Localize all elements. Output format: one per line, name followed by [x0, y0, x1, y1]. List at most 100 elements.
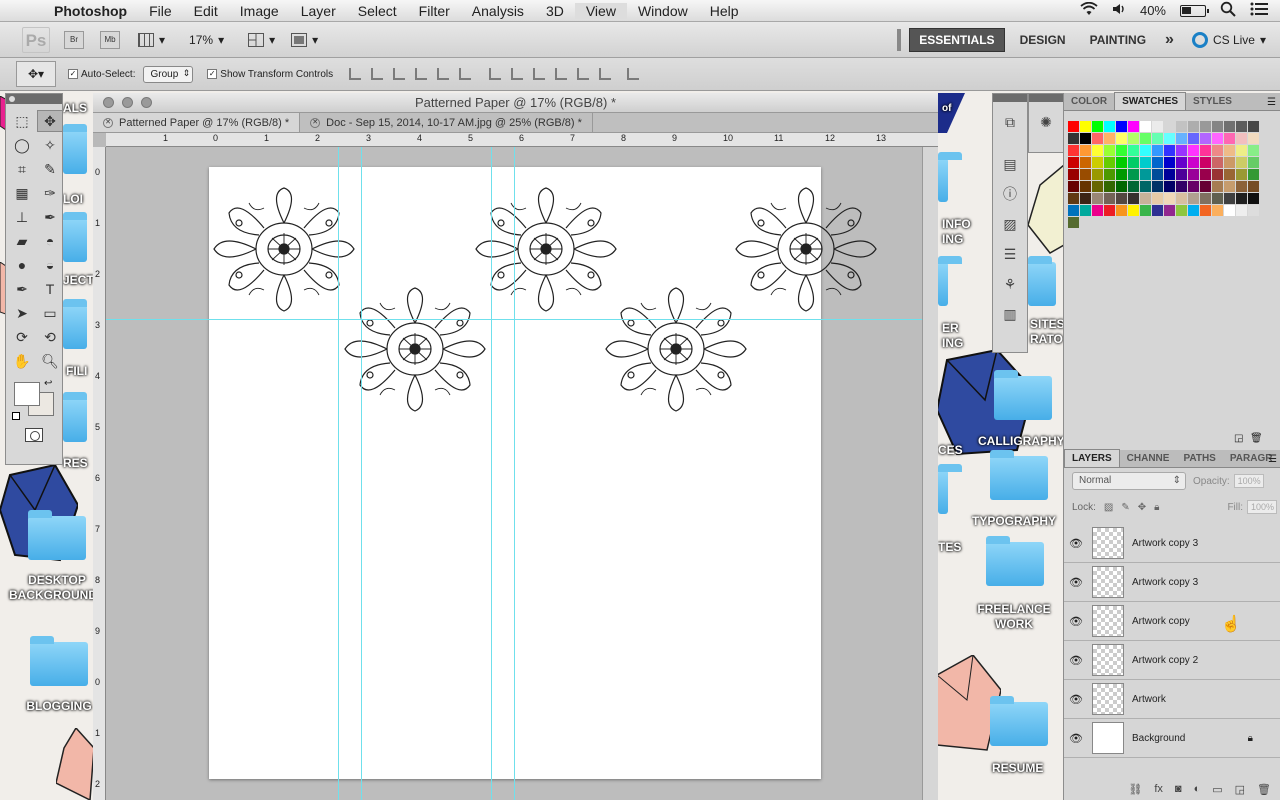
color-swatch[interactable] — [1188, 193, 1199, 204]
show-transform-controls-checkbox[interactable]: ✓ Show Transform Controls — [207, 69, 333, 80]
distribute-vertical-center-icon[interactable] — [511, 68, 524, 80]
tab-styles[interactable]: STYLES — [1186, 93, 1239, 110]
color-swatch[interactable] — [1140, 121, 1151, 132]
color-swatch[interactable] — [1224, 193, 1235, 204]
color-swatch[interactable] — [1104, 181, 1115, 192]
delete-layer-icon[interactable]: 🗑︎ — [1257, 783, 1271, 796]
lock-all-icon[interactable]: 🔒︎ — [1154, 502, 1159, 513]
fill-input[interactable]: 100% — [1247, 500, 1277, 514]
desktop-folder-icon[interactable] — [63, 124, 87, 174]
color-swatch[interactable] — [1176, 193, 1187, 204]
color-swatch[interactable] — [1104, 193, 1115, 204]
color-swatch[interactable] — [1212, 205, 1223, 216]
color-swatch[interactable] — [1104, 121, 1115, 132]
color-swatch[interactable] — [1164, 205, 1175, 216]
layer-style-icon[interactable]: fx — [1154, 783, 1163, 795]
color-swatch[interactable] — [1236, 133, 1247, 144]
color-swatch[interactable] — [1080, 121, 1091, 132]
color-swatch[interactable] — [1188, 205, 1199, 216]
vertical-ruler[interactable]: 0 1 2 3 4 5 6 7 8 9 0 1 2 — [93, 147, 106, 800]
color-swatch[interactable] — [1152, 157, 1163, 168]
color-swatch[interactable] — [1140, 169, 1151, 180]
3d-orbit-tool-icon[interactable]: ⟲ — [37, 326, 63, 348]
lock-transparent-icon[interactable]: ▨ — [1104, 502, 1113, 513]
color-swatch[interactable] — [1248, 133, 1259, 144]
eye-icon[interactable]: 👁︎ — [1064, 654, 1088, 667]
color-swatch[interactable] — [1092, 193, 1103, 204]
menu-help[interactable]: Help — [699, 3, 750, 19]
color-swatch[interactable] — [1116, 193, 1127, 204]
color-swatch[interactable] — [1200, 205, 1211, 216]
color-swatch[interactable] — [1140, 145, 1151, 156]
color-swatch[interactable] — [1212, 181, 1223, 192]
color-swatch[interactable] — [1188, 145, 1199, 156]
menu-edit[interactable]: Edit — [183, 3, 229, 19]
link-layers-icon[interactable]: ⛓ — [1128, 783, 1142, 796]
color-swatch[interactable] — [1092, 205, 1103, 216]
color-swatch[interactable] — [1200, 133, 1211, 144]
layer-row[interactable]: 👁︎ Artwork copy 3 — [1064, 524, 1280, 563]
move-tool-icon[interactable]: ✥ — [37, 110, 63, 132]
menu-view[interactable]: View — [574, 2, 627, 19]
blur-tool-icon[interactable]: ● — [9, 254, 35, 276]
color-swatch[interactable] — [1128, 157, 1139, 168]
lock-image-icon[interactable]: ✎ — [1121, 502, 1129, 513]
tab-swatches[interactable]: SWATCHES — [1114, 92, 1187, 110]
color-swatch[interactable] — [1092, 133, 1103, 144]
distribute-top-icon[interactable] — [489, 68, 502, 80]
color-swatch[interactable] — [1068, 217, 1079, 228]
medallion-artwork[interactable] — [340, 283, 490, 415]
color-swatch[interactable] — [1152, 133, 1163, 144]
color-swatch[interactable] — [1152, 145, 1163, 156]
dodge-tool-icon[interactable]: ◒ — [37, 254, 63, 276]
color-swatch[interactable] — [1188, 169, 1199, 180]
tab-patterned-paper[interactable]: ✕ Patterned Paper @ 17% (RGB/8) * — [93, 113, 301, 132]
layer-row[interactable]: 👁︎ Artwork copy 3 — [1064, 563, 1280, 602]
tab-layers[interactable]: LAYERS — [1064, 449, 1120, 467]
adjustment-layer-icon[interactable]: ◐ — [1194, 783, 1201, 795]
color-swatch[interactable] — [1080, 145, 1091, 156]
add-mask-icon[interactable]: ◙ — [1175, 783, 1182, 795]
color-swatch[interactable] — [1104, 145, 1115, 156]
color-swatch[interactable] — [1104, 157, 1115, 168]
calligraphy-folder[interactable] — [994, 370, 1052, 420]
auto-align-layers-icon[interactable] — [627, 68, 640, 80]
arrange-documents-dropdown[interactable]: ▾ — [248, 32, 275, 47]
color-swatch[interactable] — [1164, 169, 1175, 180]
navigator-panel-icon[interactable]: ▨ — [999, 214, 1021, 234]
color-swatch[interactable] — [1188, 157, 1199, 168]
workspace-painting[interactable]: PAINTING — [1081, 29, 1155, 51]
color-swatch[interactable] — [1212, 169, 1223, 180]
color-swatch[interactable] — [1200, 145, 1211, 156]
color-swatch[interactable] — [1104, 205, 1115, 216]
menu-select[interactable]: Select — [347, 3, 408, 19]
distribute-bottom-icon[interactable] — [533, 68, 546, 80]
distribute-left-icon[interactable] — [555, 68, 568, 80]
spot-healing-tool-icon[interactable]: ▦ — [9, 182, 35, 204]
color-swatch[interactable] — [1212, 193, 1223, 204]
color-swatch[interactable] — [1248, 181, 1259, 192]
color-swatch[interactable] — [1128, 145, 1139, 156]
color-swatch[interactable] — [1248, 121, 1259, 132]
color-swatch[interactable] — [1176, 205, 1187, 216]
pen-tool-icon[interactable]: ✒ — [9, 278, 35, 300]
screen-mode-dropdown[interactable]: ▾ — [291, 32, 318, 47]
color-swatch[interactable] — [1236, 169, 1247, 180]
layer-row[interactable]: 👁︎ Background 🔒︎ — [1064, 719, 1280, 758]
align-left-icon[interactable] — [415, 68, 428, 80]
spotlight-icon[interactable] — [1220, 1, 1236, 20]
color-swatch[interactable] — [1152, 169, 1163, 180]
color-swatch[interactable] — [1188, 133, 1199, 144]
foreground-color-swatch[interactable] — [14, 382, 40, 406]
view-extras-dropdown[interactable]: ▾ — [138, 32, 165, 47]
color-swatch[interactable] — [1152, 205, 1163, 216]
color-swatch[interactable] — [1152, 121, 1163, 132]
desktop-folder-icon[interactable] — [1028, 256, 1056, 306]
notification-center-icon[interactable] — [1250, 2, 1268, 19]
lock-position-icon[interactable]: ✥ — [1138, 502, 1146, 513]
vertical-guide[interactable] — [338, 147, 339, 800]
brush-presets-panel-icon[interactable]: ⚘ — [999, 274, 1021, 294]
tab-channels[interactable]: CHANNE — [1120, 450, 1177, 467]
color-swatch[interactable] — [1068, 157, 1079, 168]
menu-image[interactable]: Image — [229, 3, 290, 19]
